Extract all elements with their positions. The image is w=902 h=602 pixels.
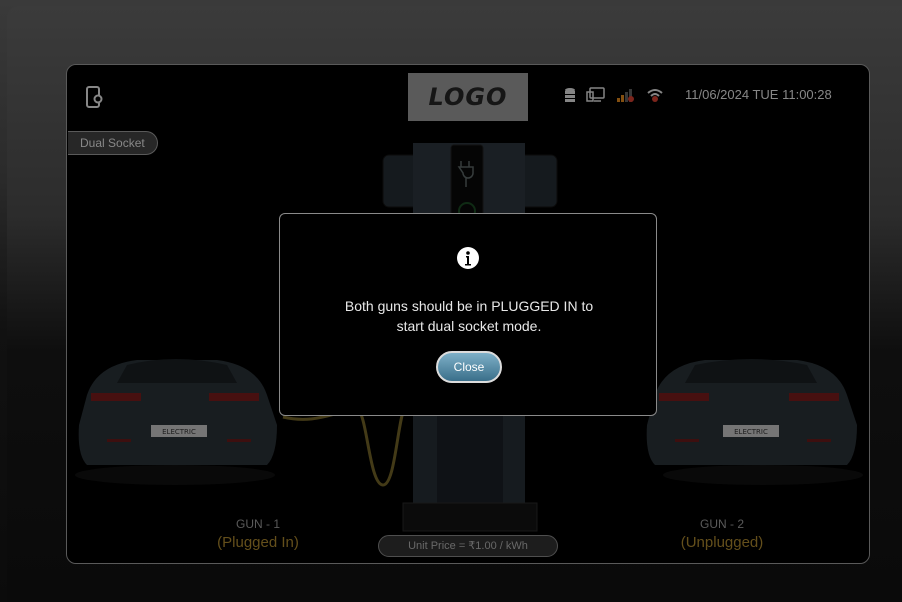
info-icon xyxy=(456,246,480,270)
dialog-message-line2: start dual socket mode. xyxy=(396,318,542,334)
dialog-message-line1: Both guns should be in PLUGGED IN to xyxy=(344,298,594,314)
info-dialog: Both guns should be in PLUGGED IN to sta… xyxy=(279,213,657,416)
dialog-message: Both guns should be in PLUGGED IN to sta… xyxy=(300,296,638,336)
charger-screen: ELECTRIC ELECTRIC LOGO 11/06/2024 TUE 11… xyxy=(66,64,870,564)
device-frame: ELECTRIC ELECTRIC LOGO 11/06/2024 TUE 11… xyxy=(7,6,902,602)
close-button[interactable]: Close xyxy=(436,351,502,383)
